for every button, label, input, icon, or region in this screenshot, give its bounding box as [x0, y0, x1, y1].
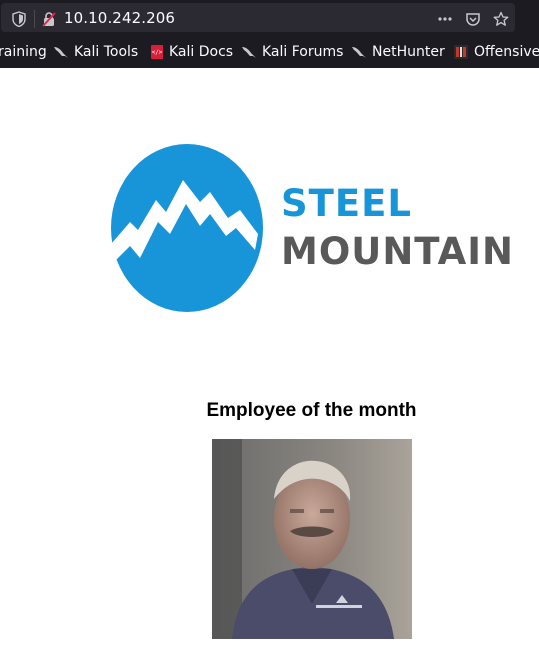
- bookmark-training[interactable]: raining: [0, 36, 47, 68]
- bookmarks-toolbar: raining Kali Tools </> Kali Docs Kali Fo…: [0, 36, 539, 68]
- steel-mountain-logo: [111, 144, 263, 312]
- bookmark-nethunter[interactable]: NetHunter: [351, 36, 445, 68]
- employee-photo: [212, 439, 412, 639]
- page-content: STEEL MOUNTAIN Employee of the month: [0, 68, 539, 649]
- insecure-lock-icon[interactable]: [41, 11, 57, 27]
- shield-icon[interactable]: [12, 11, 26, 27]
- bookmark-label: raining: [0, 44, 47, 60]
- bookmark-label: NetHunter: [372, 44, 445, 60]
- bookmark-kali-docs[interactable]: </> Kali Docs: [150, 36, 233, 68]
- bookmark-label: Kali Forums: [262, 44, 344, 60]
- logo-text-mountain: MOUNTAIN: [281, 230, 515, 273]
- more-actions-icon[interactable]: [437, 11, 453, 27]
- bookmark-label: Kali Docs: [169, 44, 234, 60]
- bookmark-kali-tools[interactable]: Kali Tools: [53, 36, 138, 68]
- bookmark-star-icon[interactable]: [493, 11, 509, 27]
- url-bar[interactable]: 10.10.242.206: [1, 3, 515, 32]
- logo-text-steel: STEEL: [281, 182, 413, 225]
- kali-dragon-icon: [242, 47, 256, 58]
- offensive-security-icon: [454, 45, 468, 59]
- bookmark-offensive[interactable]: Offensive: [453, 36, 539, 68]
- kali-dragon-icon: [54, 47, 68, 58]
- browser-toolbar: 10.10.242.206: [0, 0, 539, 36]
- bookmark-label: Offensive: [474, 44, 539, 60]
- pocket-icon[interactable]: [465, 11, 481, 27]
- svg-text:</>: </>: [152, 49, 163, 56]
- bookmark-label: Kali Tools: [74, 44, 139, 60]
- url-text[interactable]: 10.10.242.206: [64, 9, 175, 27]
- kali-docs-icon: </>: [151, 45, 163, 59]
- page-heading: Employee of the month: [206, 400, 417, 421]
- url-separator: [34, 10, 35, 28]
- bookmark-kali-forums[interactable]: Kali Forums: [241, 36, 343, 68]
- kali-dragon-icon: [352, 47, 366, 58]
